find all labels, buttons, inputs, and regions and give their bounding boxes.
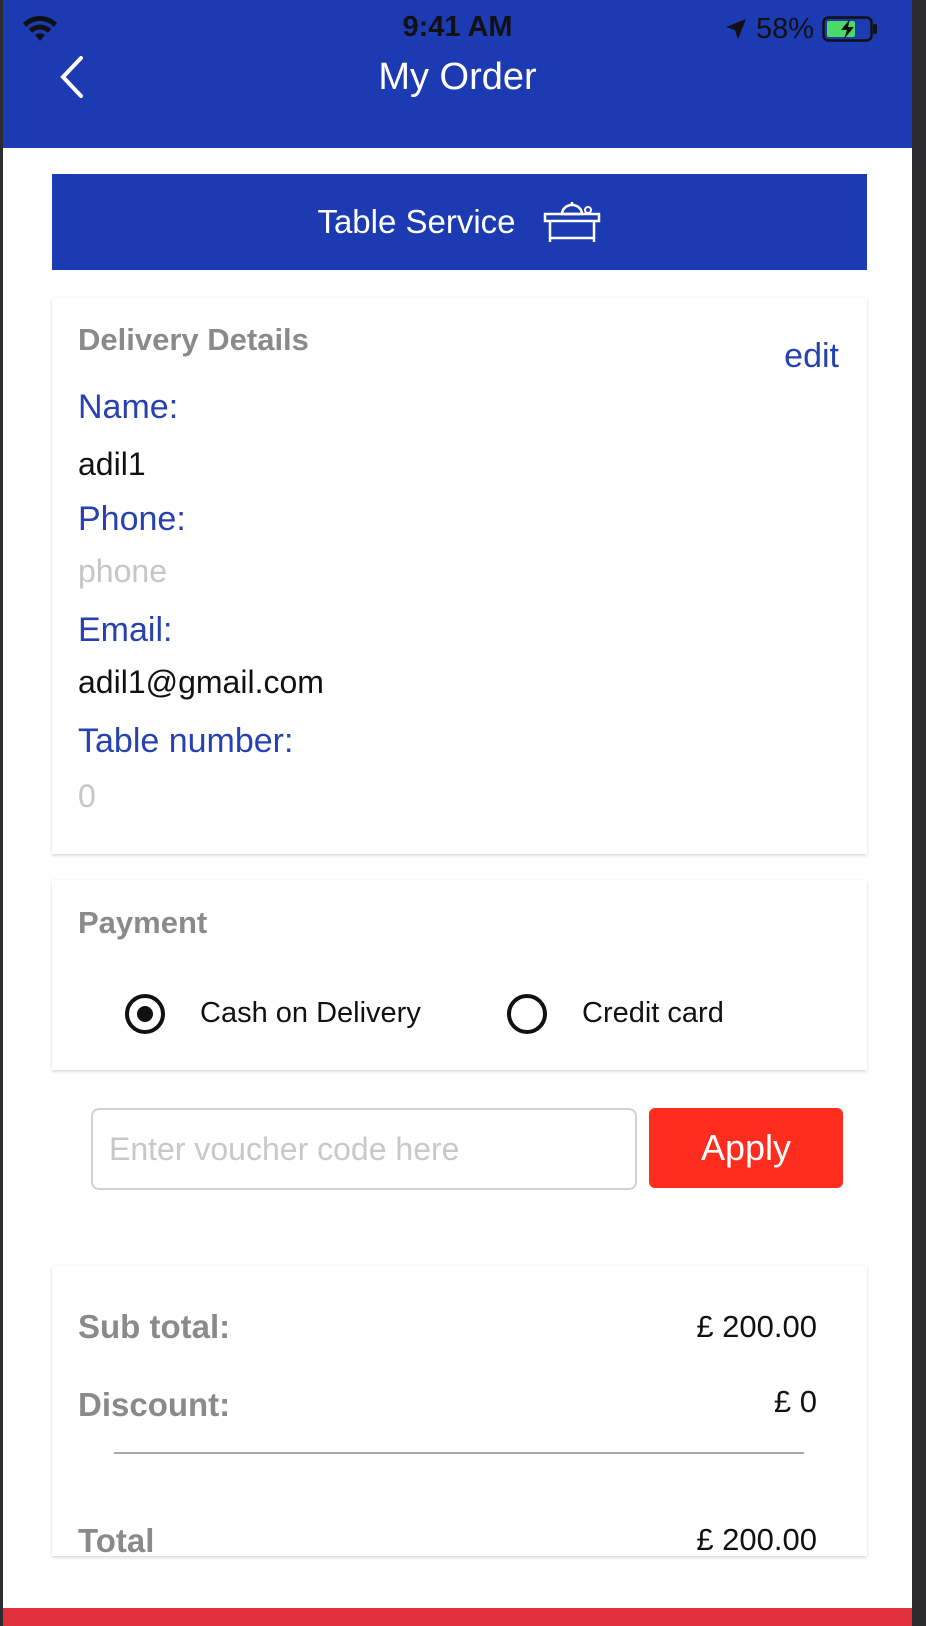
summary-divider [114, 1452, 804, 1454]
app-header: 9:41 AM 58% My Order [3, 0, 912, 148]
table-number-label: Table number: [78, 722, 294, 760]
credit-card-label[interactable]: Credit card [582, 997, 724, 1030]
delivery-details-title: Delivery Details [78, 322, 309, 357]
subtotal-label: Sub total: [78, 1308, 231, 1345]
email-value: adil1@gmail.com [78, 664, 324, 700]
phone-label: Phone: [78, 500, 186, 538]
bottom-action-bar[interactable] [3, 1608, 912, 1626]
discount-value: £ 0 [773, 1384, 817, 1419]
payment-title: Payment [78, 905, 208, 940]
order-summary-card: Sub total: £ 200.00 Discount: £ 0 Total … [52, 1266, 867, 1559]
delivery-details-card: Delivery Details edit Name: adil1 Phone:… [52, 298, 867, 854]
phone-value: phone [78, 553, 167, 589]
table-service-icon [543, 202, 600, 242]
payment-card: Payment Cash on Delivery Credit card [52, 880, 867, 1070]
table-number-value: 0 [78, 778, 96, 814]
battery-percentage: 58% [755, 12, 814, 45]
name-label: Name: [78, 388, 179, 426]
table-service-banner[interactable]: Table Service [52, 174, 867, 270]
radio-selected-dot [137, 1006, 153, 1022]
app-screen: 9:41 AM 58% My Order Table Service Deliv… [3, 0, 912, 1626]
total-value: £ 200.00 [696, 1522, 817, 1557]
apply-button[interactable]: Apply [649, 1108, 843, 1188]
cash-on-delivery-label[interactable]: Cash on Delivery [200, 997, 421, 1030]
page-title: My Order [378, 56, 537, 98]
email-label: Email: [78, 611, 173, 649]
location-icon [725, 19, 746, 39]
discount-label: Discount: [78, 1386, 231, 1423]
total-label: Total [78, 1522, 155, 1559]
battery-charging-icon [822, 16, 877, 42]
name-value: adil1 [78, 446, 146, 482]
credit-card-radio[interactable] [507, 994, 547, 1034]
subtotal-value: £ 200.00 [696, 1309, 817, 1344]
status-right: 58% [724, 11, 878, 47]
edit-link[interactable]: edit [784, 337, 839, 376]
voucher-code-input[interactable] [91, 1108, 637, 1190]
cash-on-delivery-radio[interactable] [125, 994, 165, 1034]
service-label: Table Service [317, 203, 516, 240]
